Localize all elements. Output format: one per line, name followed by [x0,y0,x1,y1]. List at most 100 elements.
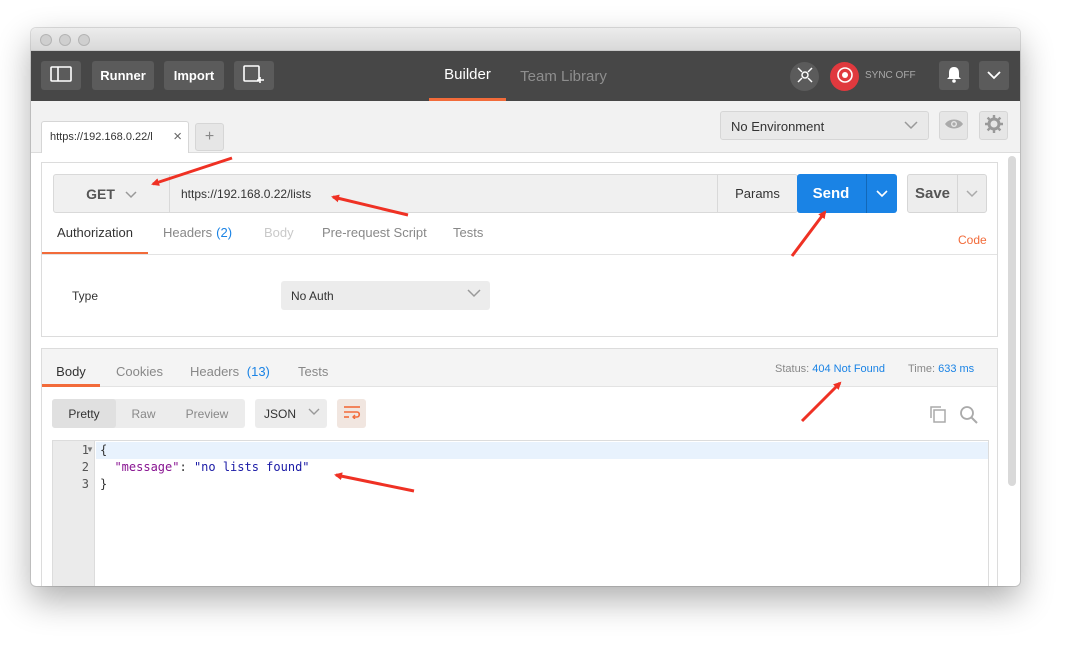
close-tab-icon[interactable]: × [173,128,182,145]
fold-toggle-icon[interactable]: ▼ [86,445,94,454]
code-line: { [100,443,108,457]
interceptor-button[interactable] [790,62,819,91]
code-line: } [100,477,108,491]
environment-selected: No Environment [731,119,825,134]
send-options-button[interactable] [866,174,897,213]
line-number: 2 [81,460,89,474]
minimize-window-button[interactable] [59,34,71,46]
url-input[interactable]: https://192.168.0.22/lists [181,187,311,201]
line-number-gutter: 1 ▼ 2 3 [53,441,95,586]
code-line: "message": "no lists found" [100,460,310,474]
runner-button[interactable]: Runner [92,61,154,90]
response-tab-headers[interactable]: Headers (13) [190,364,270,387]
response-panel: Body Cookies Headers (13) Tests Status: 4… [41,348,998,586]
zoom-window-button[interactable] [78,34,90,46]
tab-headers-count: (2) [216,225,233,240]
close-window-button[interactable] [40,34,52,46]
response-tab-body[interactable]: Body [42,364,100,387]
request-tab[interactable]: https://192.168.0.22/l × [41,121,189,153]
settings-menu-button[interactable] [979,61,1009,90]
sync-status-label: SYNC OFF [865,70,916,81]
view-mode-group: Pretty Raw Preview [52,399,245,428]
wrap-icon [343,405,361,422]
chevron-down-icon [966,185,978,202]
request-panel: GET https://192.168.0.22/lists Params Se… [41,162,998,337]
request-tab-strip: https://192.168.0.22/l × + No Environmen… [31,101,1020,153]
bell-icon [946,65,962,86]
title-bar [31,28,1020,51]
eye-icon [944,117,964,134]
method-select[interactable]: GET [54,175,170,212]
status-label: Status: [775,363,810,375]
chevron-down-icon [467,287,481,301]
tab-pre-request-script[interactable]: Pre-request Script [322,225,427,255]
tab-body-label: Body [264,225,294,240]
response-tab-cookies-label: Cookies [116,364,163,379]
copy-response-button[interactable] [929,405,947,426]
format-select[interactable]: JSON [255,399,327,428]
app-window: Runner Import Builder Team Library SYNC … [31,28,1020,586]
active-line-highlight [96,442,988,459]
sync-button[interactable] [830,62,859,91]
send-label: Send [812,185,850,202]
new-tab-button[interactable] [234,61,274,90]
search-icon [959,406,979,428]
auth-type-select[interactable]: No Auth [281,281,490,310]
url-bar: GET https://192.168.0.22/lists Params [53,174,798,213]
time-label: Time: [908,363,936,375]
json-key: "message" [114,460,180,474]
environment-quick-look-button[interactable] [939,111,968,140]
app-header: Runner Import Builder Team Library SYNC … [31,51,1020,101]
new-tab-icon [243,65,265,86]
json-separator: : [179,460,194,474]
status-value: 404 Not Found [812,363,886,375]
view-pretty-button[interactable]: Pretty [52,399,116,428]
response-tab-headers-label: Headers [190,364,240,379]
manage-environments-button[interactable] [979,111,1008,140]
response-time: Time: 633 ms [908,363,974,375]
response-tab-body-label: Body [56,364,86,379]
response-tab-tests-label: Tests [298,364,329,379]
vertical-scrollbar[interactable] [1008,156,1016,486]
notifications-button[interactable] [939,61,969,90]
add-tab-button[interactable]: + [195,123,224,151]
environment-select[interactable]: No Environment [720,111,929,140]
auth-type-selected: No Auth [291,289,334,303]
json-string-value: "no lists found" [193,460,310,474]
method-label: GET [86,185,115,202]
search-response-button[interactable] [959,405,979,428]
response-tab-bar: Body Cookies Headers (13) Tests Status: 4… [42,349,997,387]
response-body-editor[interactable]: 1 ▼ 2 3 { "message": "no lists found" } [52,440,989,586]
tab-tests[interactable]: Tests [453,225,483,255]
response-tab-tests[interactable]: Tests [298,364,328,387]
save-button[interactable]: Save [907,174,987,213]
params-button[interactable]: Params [717,175,797,212]
tab-headers[interactable]: Headers (2) [163,225,232,255]
line-number: 1 [81,443,89,457]
tab-authorization-label: Authorization [57,225,133,240]
response-status: Status: 404 Not Found [775,363,885,375]
response-tab-cookies[interactable]: Cookies [116,364,163,387]
line-number: 3 [81,477,89,491]
response-tab-headers-count: (13) [246,364,270,379]
tab-pre-request-script-label: Pre-request Script [322,225,427,240]
nav-tab-builder[interactable]: Builder [429,51,506,101]
save-options-button[interactable] [957,175,986,212]
tab-tests-label: Tests [453,225,484,240]
tab-divider [42,254,997,255]
tab-authorization[interactable]: Authorization [42,225,148,255]
nav-tab-team-library[interactable]: Team Library [518,51,609,101]
view-preview-button[interactable]: Preview [171,399,243,428]
copy-icon [929,406,947,426]
request-tab-label: https://192.168.0.22/l [50,131,153,143]
import-button[interactable]: Import [164,61,224,90]
wrap-lines-button[interactable] [337,399,366,428]
sidebar-toggle-button[interactable] [41,61,81,90]
save-label: Save [914,185,951,202]
gear-icon [984,115,1003,136]
generate-code-link[interactable]: Code [958,233,987,247]
tab-headers-label: Headers [163,225,213,240]
view-raw-button[interactable]: Raw [116,399,171,428]
send-button[interactable]: Send [797,174,897,213]
interceptor-icon [796,66,814,87]
